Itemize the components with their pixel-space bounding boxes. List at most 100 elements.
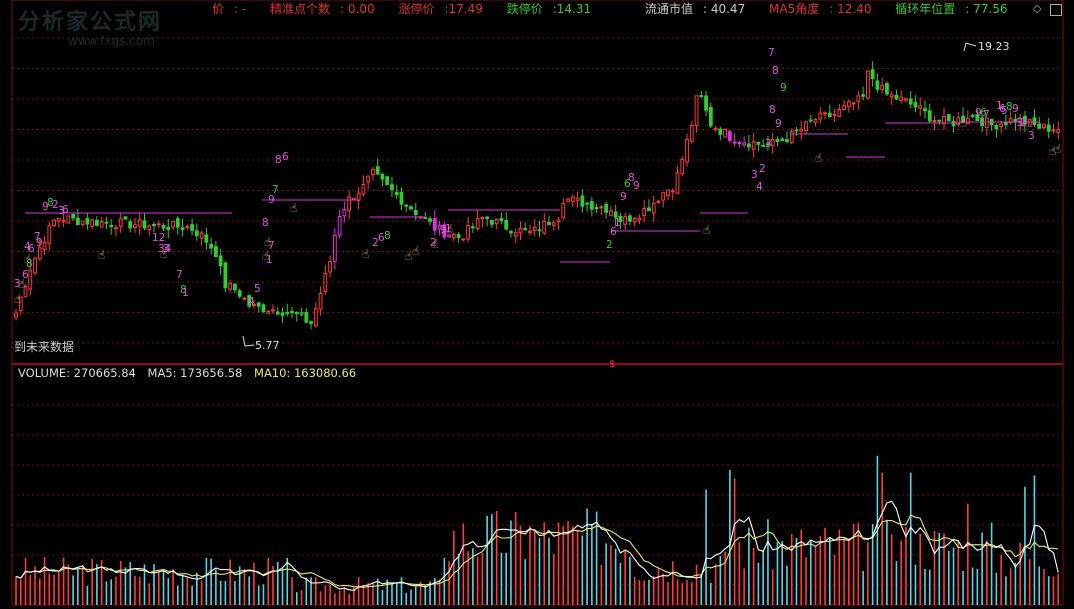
candle-body bbox=[918, 105, 923, 109]
candle-body bbox=[332, 234, 337, 262]
candle-body bbox=[166, 226, 171, 230]
hand-signal-icon: ☝ bbox=[24, 252, 31, 266]
candle-body bbox=[256, 302, 261, 307]
candle-body bbox=[294, 312, 299, 315]
header-value: 0.00 bbox=[347, 2, 375, 16]
hand-signal-icon: ☝ bbox=[1054, 142, 1061, 156]
sequence-marker: 1 bbox=[996, 100, 1003, 112]
candle-body bbox=[161, 224, 166, 229]
candle-body bbox=[390, 184, 394, 191]
header-label: 流通市值 bbox=[644, 2, 693, 16]
square-icon[interactable] bbox=[1050, 4, 1062, 16]
sequence-marker: 2 bbox=[759, 163, 766, 175]
candle-body bbox=[494, 218, 499, 225]
candle-body bbox=[271, 309, 275, 312]
sequence-marker: 3 bbox=[765, 138, 772, 150]
sequence-marker: 2 bbox=[606, 239, 613, 251]
low-pointer bbox=[242, 335, 255, 347]
candle-body bbox=[66, 215, 71, 224]
candle-body bbox=[147, 225, 152, 231]
candle-body bbox=[694, 95, 699, 127]
candle-body bbox=[485, 216, 490, 220]
header-value: 17.49 bbox=[448, 2, 483, 16]
candle-body bbox=[75, 217, 80, 226]
diamond-icon[interactable]: ◇ bbox=[1033, 2, 1041, 15]
candle-body bbox=[894, 94, 899, 100]
candle-body bbox=[313, 307, 318, 327]
candle-body bbox=[723, 129, 728, 138]
candle-body bbox=[118, 218, 123, 227]
candle-body bbox=[547, 221, 551, 226]
candle-body bbox=[280, 312, 285, 316]
candle-body bbox=[889, 94, 894, 98]
candle-body bbox=[865, 70, 870, 99]
candle-body bbox=[637, 217, 642, 221]
candle-body bbox=[727, 131, 732, 141]
sequence-marker: 9 bbox=[975, 107, 982, 119]
candle-body bbox=[713, 127, 718, 130]
candle-body bbox=[756, 141, 761, 145]
header-value: 12.40 bbox=[837, 2, 872, 16]
candle-body bbox=[999, 123, 1004, 127]
candle-body bbox=[52, 219, 56, 227]
candle-body bbox=[785, 138, 789, 143]
candle-body bbox=[490, 219, 494, 225]
candle-body bbox=[275, 311, 280, 315]
sequence-marker: 6 bbox=[62, 204, 69, 216]
sequence-marker: 2 bbox=[1020, 117, 1027, 129]
sequence-marker: 4 bbox=[756, 181, 763, 193]
sequence-marker: 8 bbox=[772, 65, 779, 77]
candle-body bbox=[685, 139, 689, 163]
candle-body bbox=[542, 220, 547, 234]
candle-body bbox=[304, 311, 309, 323]
hand-signal-icon: ☝ bbox=[815, 151, 822, 165]
candle-body bbox=[770, 139, 775, 146]
candle-body bbox=[380, 173, 385, 180]
sequence-marker: 1 bbox=[614, 217, 621, 229]
candle-body bbox=[33, 258, 37, 274]
candle-body bbox=[504, 219, 509, 230]
sequence-marker: 6 bbox=[282, 151, 289, 163]
candle-body bbox=[61, 219, 66, 222]
hand-signal-icon: ☝ bbox=[446, 222, 453, 236]
candle-body bbox=[109, 224, 114, 227]
candle-body bbox=[804, 121, 808, 132]
candle-body bbox=[137, 219, 142, 227]
candle-body bbox=[423, 217, 428, 220]
sequence-marker: 8 bbox=[769, 104, 776, 116]
candle-body bbox=[318, 293, 323, 310]
header-item-market-cap: 流通市值: 40.47 bbox=[644, 2, 746, 16]
candle-body bbox=[399, 191, 404, 205]
candle-body bbox=[680, 158, 685, 175]
candle-body bbox=[523, 228, 528, 231]
candle-body bbox=[237, 290, 242, 297]
candle-body bbox=[1042, 123, 1046, 129]
candle-body bbox=[570, 196, 575, 202]
candle-body bbox=[394, 191, 399, 196]
candle-body bbox=[180, 227, 185, 231]
candle-body bbox=[99, 221, 104, 228]
candle-body bbox=[875, 80, 880, 90]
candle-body bbox=[347, 196, 352, 211]
candle-body bbox=[813, 119, 818, 123]
candle-body bbox=[880, 84, 885, 91]
candle-body bbox=[927, 110, 932, 122]
hand-signal-icon: ☝ bbox=[264, 235, 271, 249]
header-label: 精准点个数 bbox=[270, 2, 331, 16]
candle-body bbox=[90, 219, 95, 227]
candle-body bbox=[818, 112, 823, 120]
candle-body bbox=[204, 234, 209, 243]
header-value: 40.47 bbox=[710, 2, 746, 16]
candle-body bbox=[228, 282, 233, 290]
candle-body bbox=[71, 213, 76, 219]
hand-signal-icon: ☝ bbox=[160, 247, 167, 261]
kline-chart[interactable]: 789898 6978123437814517689961234236 8 93235… bbox=[0, 0, 1074, 609]
candle-body bbox=[528, 230, 532, 234]
candle-body bbox=[751, 141, 756, 150]
candle-body bbox=[1003, 122, 1008, 126]
hand-signal-icon: ☝ bbox=[362, 247, 369, 261]
candle-body bbox=[937, 119, 942, 122]
candle-body bbox=[708, 106, 713, 127]
candle-body bbox=[28, 270, 33, 290]
candle-body bbox=[832, 113, 837, 116]
